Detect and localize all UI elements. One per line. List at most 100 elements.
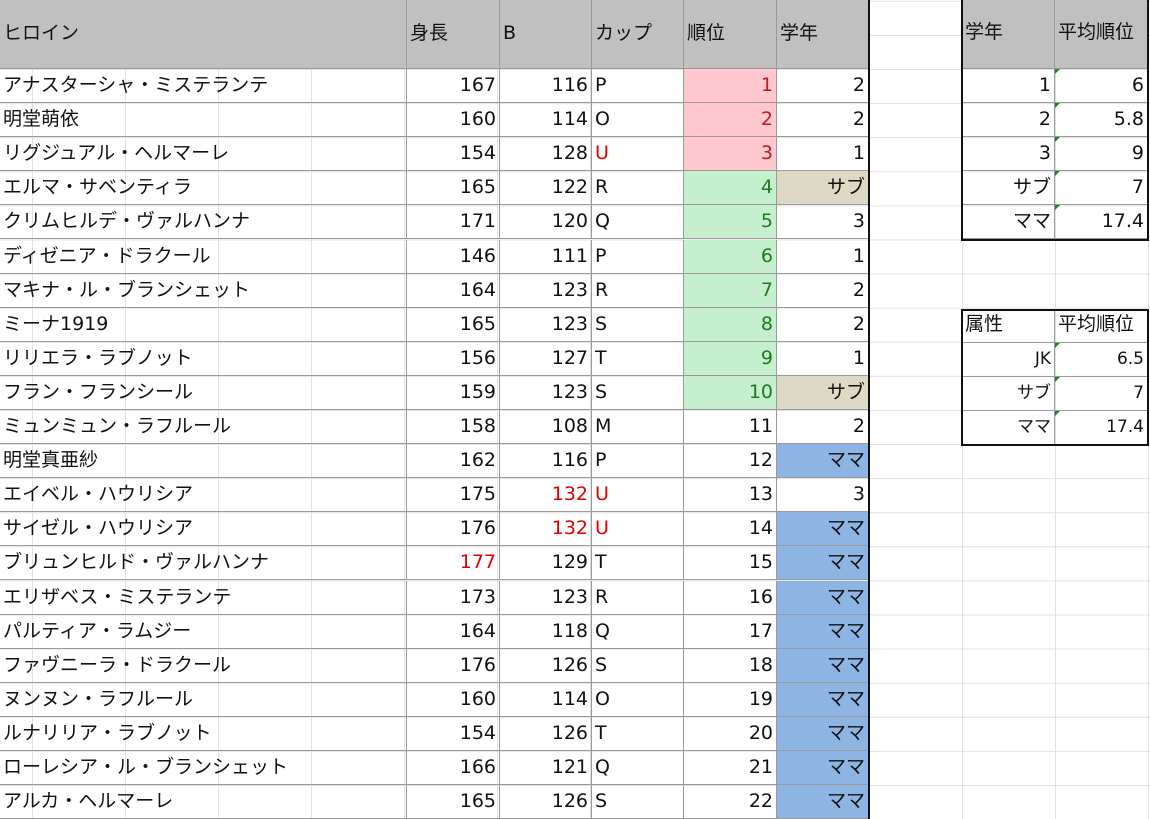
cell-heroine[interactable]: クリムヒルデ・ヴァルハンナ [0, 205, 407, 240]
cell-cup[interactable]: S [592, 648, 684, 683]
cell-bust[interactable]: 123 [500, 273, 592, 308]
cell-rank[interactable]: 14 [684, 512, 777, 547]
cell-height[interactable]: 166 [407, 751, 500, 786]
cell-heroine[interactable]: エリザベス・ミステランテ [0, 580, 407, 615]
cell-bust[interactable]: 114 [500, 682, 592, 717]
cell-heroine[interactable]: ミュンミュン・ラフルール [0, 410, 407, 445]
cell-height[interactable]: 171 [407, 205, 500, 240]
cell-rank[interactable]: 11 [684, 410, 777, 445]
grade_table-header[interactable]: 平均順位 [1055, 0, 1148, 69]
cell-grade[interactable]: 2 [777, 103, 869, 138]
cell-heroine[interactable]: エルマ・サベンティラ [0, 171, 407, 206]
cell-height[interactable]: 154 [407, 137, 500, 172]
cell-height[interactable]: 159 [407, 375, 500, 410]
cell-rank[interactable]: 2 [684, 103, 777, 138]
cell-bust[interactable]: 123 [500, 580, 592, 615]
cell-rank[interactable]: 7 [684, 273, 777, 308]
header-height[interactable]: 身長 [407, 0, 500, 69]
cell-cup[interactable]: T [592, 546, 684, 581]
cell-height[interactable]: 160 [407, 103, 500, 138]
cell-grade[interactable]: 3 [777, 478, 869, 513]
cell-cup[interactable]: O [592, 103, 684, 138]
cell-height[interactable]: 165 [407, 785, 500, 819]
grade_table-cell[interactable]: ママ [962, 205, 1055, 240]
cell-grade[interactable]: ママ [777, 580, 869, 615]
grade_table-cell[interactable]: 5.8 [1055, 103, 1148, 138]
cell-cup[interactable]: P [592, 69, 684, 104]
cell-rank[interactable]: 3 [684, 137, 777, 172]
cell-heroine[interactable]: 明堂萌依 [0, 103, 407, 138]
cell-height[interactable]: 162 [407, 444, 500, 479]
grade_table-cell[interactable]: サブ [962, 171, 1055, 206]
cell-bust[interactable]: 123 [500, 375, 592, 410]
cell-cup[interactable]: Q [592, 614, 684, 649]
cell-rank[interactable]: 13 [684, 478, 777, 513]
cell-bust[interactable]: 116 [500, 69, 592, 104]
cell-cup[interactable]: T [592, 716, 684, 751]
cell-rank[interactable]: 18 [684, 648, 777, 683]
cell-height[interactable]: 176 [407, 648, 500, 683]
cell-bust[interactable]: 126 [500, 716, 592, 751]
header-heroine[interactable]: ヒロイン [0, 0, 407, 69]
attr_table-header[interactable]: 平均順位 [1055, 309, 1148, 343]
attr_table-cell[interactable]: 6.5 [1055, 343, 1148, 378]
cell-bust[interactable]: 111 [500, 239, 592, 274]
cell-rank[interactable]: 9 [684, 341, 777, 376]
cell-grade[interactable]: 1 [777, 341, 869, 376]
cell-cup[interactable]: U [592, 512, 684, 547]
grade_table-cell[interactable]: 1 [962, 69, 1055, 104]
cell-grade[interactable]: サブ [777, 171, 869, 206]
cell-bust[interactable]: 132 [500, 512, 592, 547]
cell-grade[interactable]: 1 [777, 239, 869, 274]
cell-heroine[interactable]: サイゼル・ハウリシア [0, 512, 407, 547]
cell-bust[interactable]: 126 [500, 648, 592, 683]
cell-grade[interactable]: ママ [777, 546, 869, 581]
cell-heroine[interactable]: ディゼニア・ドラクール [0, 239, 407, 274]
grade_table-cell[interactable]: 17.4 [1055, 205, 1148, 240]
header-bust[interactable]: B [500, 0, 592, 69]
cell-height[interactable]: 165 [407, 171, 500, 206]
cell-bust[interactable]: 108 [500, 410, 592, 445]
cell-height[interactable]: 165 [407, 307, 500, 342]
cell-height[interactable]: 160 [407, 682, 500, 717]
cell-grade[interactable]: 3 [777, 205, 869, 240]
cell-height[interactable]: 146 [407, 239, 500, 274]
cell-heroine[interactable]: アナスターシャ・ミステランテ [0, 69, 407, 104]
cell-heroine[interactable]: パルティア・ラムジー [0, 614, 407, 649]
attr_table-cell[interactable]: ママ [962, 411, 1055, 446]
cell-bust[interactable]: 123 [500, 307, 592, 342]
grade_table-cell[interactable]: 2 [962, 103, 1055, 138]
attr_table-cell[interactable]: JK [962, 343, 1055, 378]
cell-cup[interactable]: U [592, 137, 684, 172]
cell-heroine[interactable]: ファヴニーラ・ドラクール [0, 648, 407, 683]
header-grade[interactable]: 学年 [777, 0, 869, 69]
cell-rank[interactable]: 4 [684, 171, 777, 206]
cell-cup[interactable]: S [592, 307, 684, 342]
cell-grade[interactable]: 2 [777, 410, 869, 445]
attr_table-cell[interactable]: 7 [1055, 377, 1148, 412]
cell-rank[interactable]: 17 [684, 614, 777, 649]
cell-cup[interactable]: P [592, 444, 684, 479]
cell-height[interactable]: 167 [407, 69, 500, 104]
cell-cup[interactable]: O [592, 682, 684, 717]
cell-grade[interactable]: 1 [777, 137, 869, 172]
cell-cup[interactable]: Q [592, 751, 684, 786]
cell-heroine[interactable]: ローレシア・ル・ブランシェット [0, 751, 407, 786]
cell-heroine[interactable]: ミーナ1919 [0, 307, 407, 342]
cell-height[interactable]: 158 [407, 410, 500, 445]
cell-heroine[interactable]: フラン・フランシール [0, 375, 407, 410]
cell-grade[interactable]: 2 [777, 69, 869, 104]
cell-height[interactable]: 173 [407, 580, 500, 615]
cell-rank[interactable]: 1 [684, 69, 777, 104]
cell-bust[interactable]: 114 [500, 103, 592, 138]
cell-grade[interactable]: サブ [777, 375, 869, 410]
cell-height[interactable]: 154 [407, 716, 500, 751]
cell-bust[interactable]: 122 [500, 171, 592, 206]
cell-grade[interactable]: ママ [777, 751, 869, 786]
cell-grade[interactable]: ママ [777, 682, 869, 717]
cell-grade[interactable]: 2 [777, 307, 869, 342]
cell-cup[interactable]: P [592, 239, 684, 274]
cell-grade[interactable]: ママ [777, 785, 869, 819]
cell-height[interactable]: 164 [407, 614, 500, 649]
cell-grade[interactable]: ママ [777, 614, 869, 649]
